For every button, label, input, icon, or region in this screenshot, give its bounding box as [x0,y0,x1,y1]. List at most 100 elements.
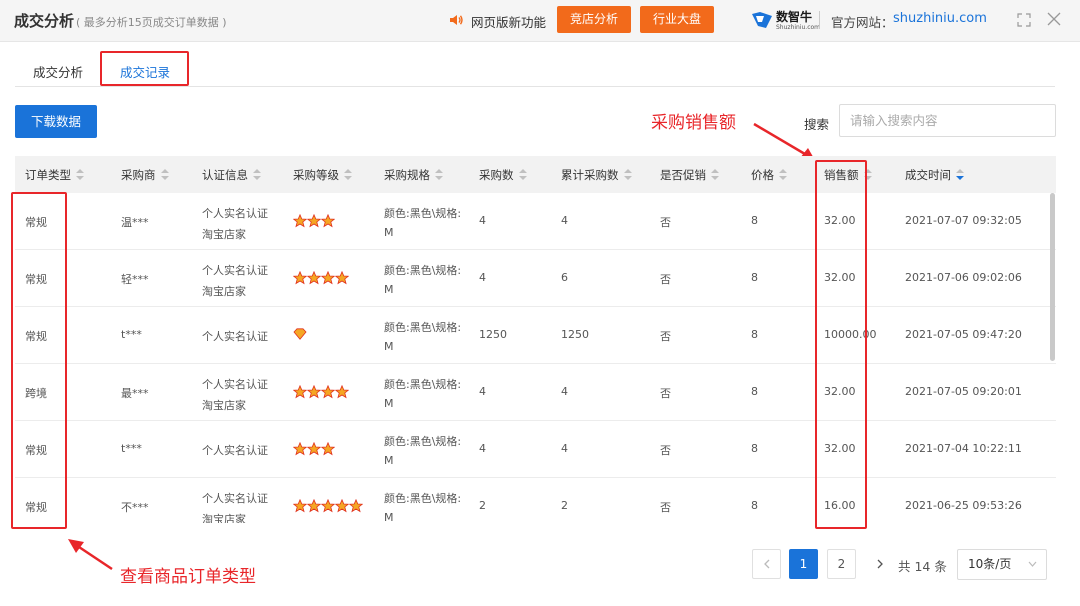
cell-spec-size: M [384,340,394,353]
table-row: 常规 不*** 个人实名认证 淘宝店家 颜色:黑色\规格: M 2 2 否 8 … [15,478,1056,523]
cell-price: 8 [751,442,758,455]
cell-buyer: 温*** [121,216,149,229]
star-icon [334,498,350,513]
tab-bar: 成交分析 成交记录 [0,42,1080,88]
competitor-analysis-button[interactable]: 竞店分析 [557,6,631,33]
cell-total-quantity: 4 [561,214,568,227]
pagination-page-1[interactable]: 1 [789,549,818,579]
cell-spec: 颜色:黑色\规格: [384,264,462,277]
table-row: 跨境 最*** 个人实名认证 淘宝店家 颜色:黑色\规格: M 4 4 否 8 … [15,364,1056,421]
cell-cert: 个人实名认证 [202,444,268,457]
diamond-icon [293,328,307,340]
cell-spec-size: M [384,397,394,410]
cell-cert-shop: 淘宝店家 [202,228,246,241]
cell-price: 8 [751,271,758,284]
title-bar: 成交分析 ( 最多分析15页成交订单数据 ) 网页版新功能 竞店分析 行业大盘 … [0,0,1080,42]
expand-icon[interactable] [1016,12,1032,28]
cell-promotion: 否 [660,444,671,457]
star-icon [306,270,322,285]
cell-price: 8 [751,385,758,398]
cell-spec: 颜色:黑色\规格: [384,378,462,391]
tab-highlight-box [100,51,189,86]
tab-divider [15,86,1055,87]
cell-buyer: t*** [121,442,142,455]
annotation-box-sales-amount [815,160,867,529]
level-stars [292,441,336,456]
column-header-quantity[interactable]: 采购数 [479,167,527,183]
star-icon [348,498,364,513]
cell-cert: 个人实名认证 [202,378,268,391]
pagination-page-2[interactable]: 2 [827,549,856,579]
cell-deal-time: 2021-07-06 09:02:06 [905,271,1022,284]
star-icon [292,441,308,456]
cell-spec-size: M [384,511,394,523]
cell-spec-size: M [384,226,394,239]
cell-deal-time: 2021-07-05 09:47:20 [905,328,1022,341]
column-header-buyer[interactable]: 采购商 [121,167,169,183]
pagination-prev-button[interactable] [752,549,781,579]
cell-spec: 颜色:黑色\规格: [384,435,462,448]
cell-total-quantity: 4 [561,442,568,455]
column-header-level[interactable]: 采购等级 [293,167,352,183]
cell-deal-time: 2021-06-25 09:53:26 [905,499,1022,512]
tab-deal-analysis[interactable]: 成交分析 [33,62,83,81]
annotation-sales-amount: 采购销售额 [651,113,736,133]
pagination-total: 共 14 条 [898,559,947,574]
cell-buyer: 轻*** [121,273,149,286]
sort-icon[interactable] [160,169,169,180]
cell-buyer: 不*** [121,501,149,514]
star-icon [292,498,308,513]
star-icon [292,213,308,228]
page-size-value: 10条/页 [968,557,1012,571]
logo-name: 数智牛 [776,10,813,24]
search-input[interactable] [839,104,1056,137]
cell-promotion: 否 [660,387,671,400]
column-header-deal-time[interactable]: 成交时间 [905,167,964,183]
column-header-order-type[interactable]: 订单类型 [25,167,84,183]
table-scrollbar[interactable] [1050,193,1055,361]
column-header-certification[interactable]: 认证信息 [202,167,261,183]
column-header-spec[interactable]: 采购规格 [384,167,443,183]
sort-icon[interactable] [779,169,787,180]
close-icon[interactable] [1046,11,1062,27]
sort-icon[interactable] [711,169,719,180]
cell-promotion: 否 [660,273,671,286]
cell-cert: 个人实名认证 [202,492,268,505]
table-header: 订单类型 采购商 认证信息 采购等级 采购规格 采购数 累计采购数 是否促销 价… [15,156,1056,193]
level-stars [292,213,336,228]
cell-price: 8 [751,328,758,341]
cell-spec: 颜色:黑色\规格: [384,321,462,334]
pagination-next-button[interactable] [865,549,894,579]
annotation-box-order-type [11,192,67,529]
app-subtitle: ( 最多分析15页成交订单数据 ) [76,16,227,29]
sort-icon[interactable] [344,169,352,180]
sort-icon[interactable] [435,169,443,180]
app-title: 成交分析 [14,12,75,30]
star-icon [292,270,308,285]
industry-overview-button[interactable]: 行业大盘 [640,6,714,33]
cell-total-quantity: 4 [561,385,568,398]
cell-total-quantity: 6 [561,271,568,284]
level-stars [292,270,350,285]
cell-promotion: 否 [660,501,671,514]
sort-icon[interactable] [253,169,261,180]
column-header-promotion[interactable]: 是否促销 [660,167,719,183]
site-label: 官方网站： [831,15,894,30]
star-icon [292,384,308,399]
sort-icon[interactable] [623,169,632,180]
download-data-button[interactable]: 下载数据 [15,105,97,138]
column-header-total-quantity[interactable]: 累计采购数 [561,167,632,183]
cell-cert-shop: 淘宝店家 [202,399,246,412]
sort-icon[interactable] [518,169,527,180]
sort-icon[interactable] [76,169,84,180]
header-divider [819,11,820,29]
cell-quantity: 2 [479,499,486,512]
column-header-price[interactable]: 价格 [751,167,787,183]
level-stars [292,498,364,513]
site-url-link[interactable]: shuzhiniu.com [893,11,987,26]
page-size-select[interactable]: 10条/页 [957,549,1047,580]
cell-spec: 颜色:黑色\规格: [384,492,462,505]
cell-quantity: 4 [479,385,486,398]
sort-desc-icon[interactable] [956,169,964,180]
table-row: 常规 t*** 个人实名认证 颜色:黑色\规格: M 1250 1250 否 8… [15,307,1056,364]
